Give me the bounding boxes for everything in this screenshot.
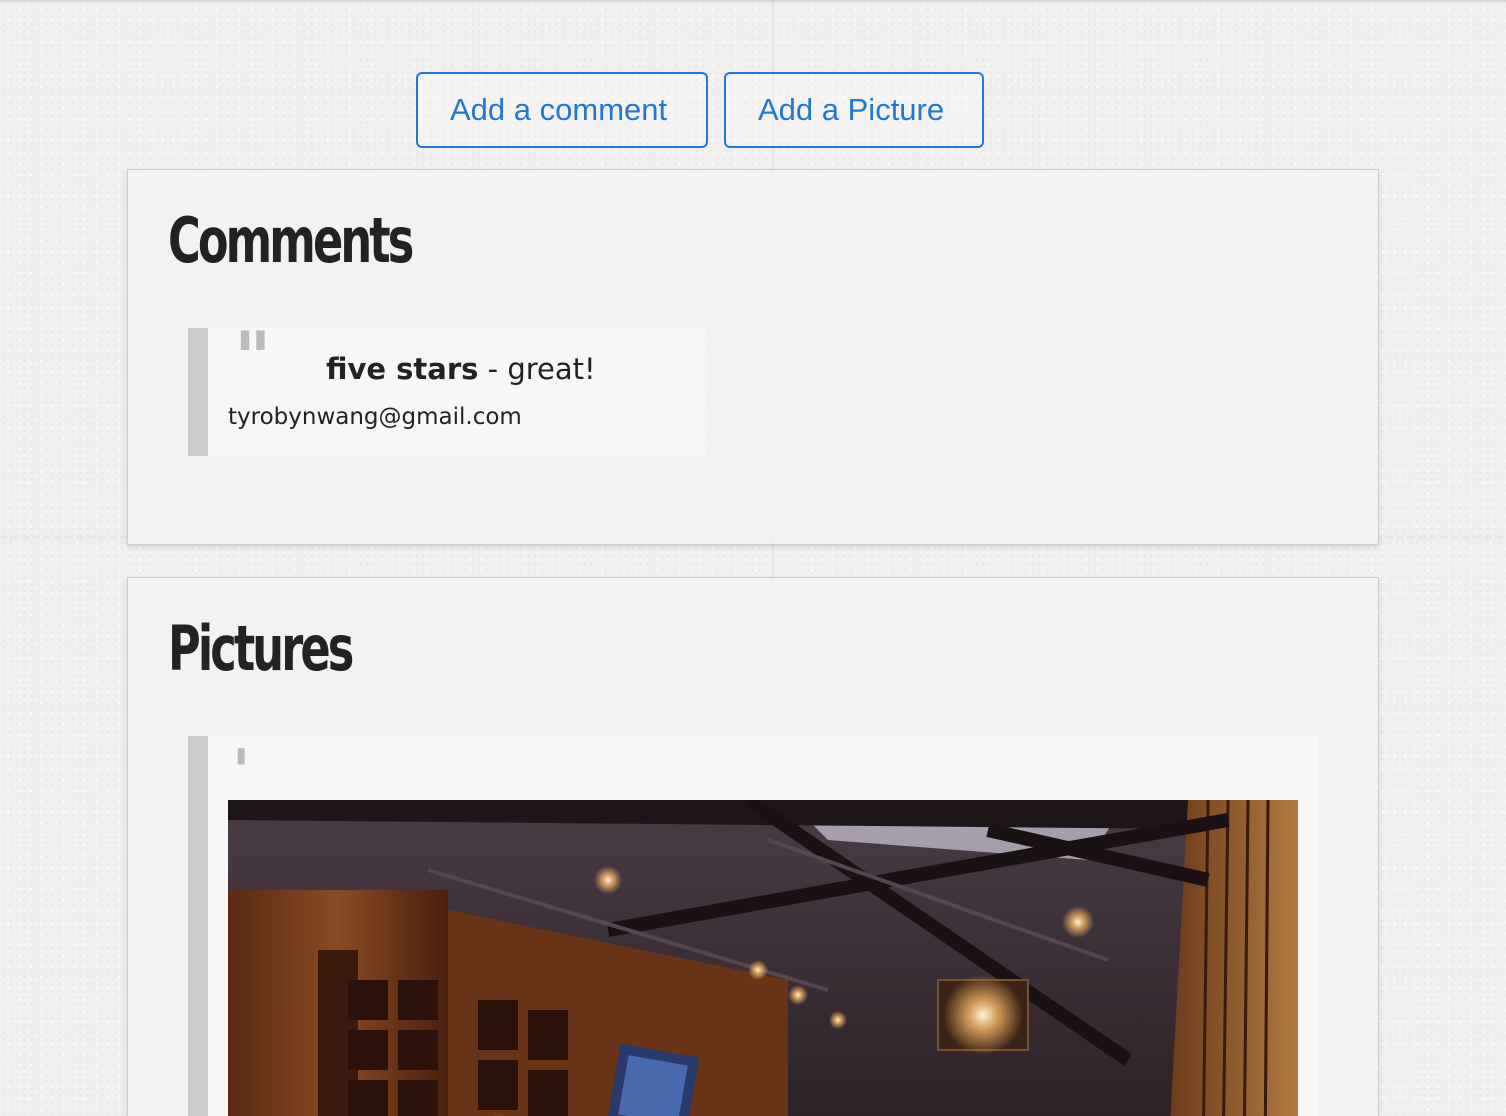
restaurant-interior-image — [228, 800, 1298, 1116]
quote-mark-icon: " — [234, 315, 272, 400]
comments-title: Comments — [168, 204, 414, 277]
comment-body: five stars - great! — [326, 352, 596, 386]
add-picture-button[interactable]: Add a Picture — [724, 72, 984, 148]
comment-author: tyrobynwang@gmail.com — [228, 404, 522, 430]
comment-text: great! — [507, 352, 596, 386]
top-border — [0, 0, 1506, 2]
pictures-panel: Pictures ' — [127, 577, 1379, 1116]
picture-item: ' — [188, 736, 1318, 1116]
quote-mark-icon: ' — [232, 737, 251, 807]
add-comment-button[interactable]: Add a comment — [416, 72, 708, 148]
comment-rating: five stars — [326, 352, 479, 386]
pictures-title: Pictures — [168, 612, 354, 685]
restaurant-photo — [228, 800, 1298, 1116]
comments-panel: Comments " five stars - great! tyrobynwa… — [127, 169, 1379, 545]
action-bar: Add a comment Add a Picture — [416, 72, 984, 148]
comment-separator: - — [487, 352, 499, 386]
comment-item: " five stars - great! tyrobynwang@gmail.… — [188, 322, 705, 456]
